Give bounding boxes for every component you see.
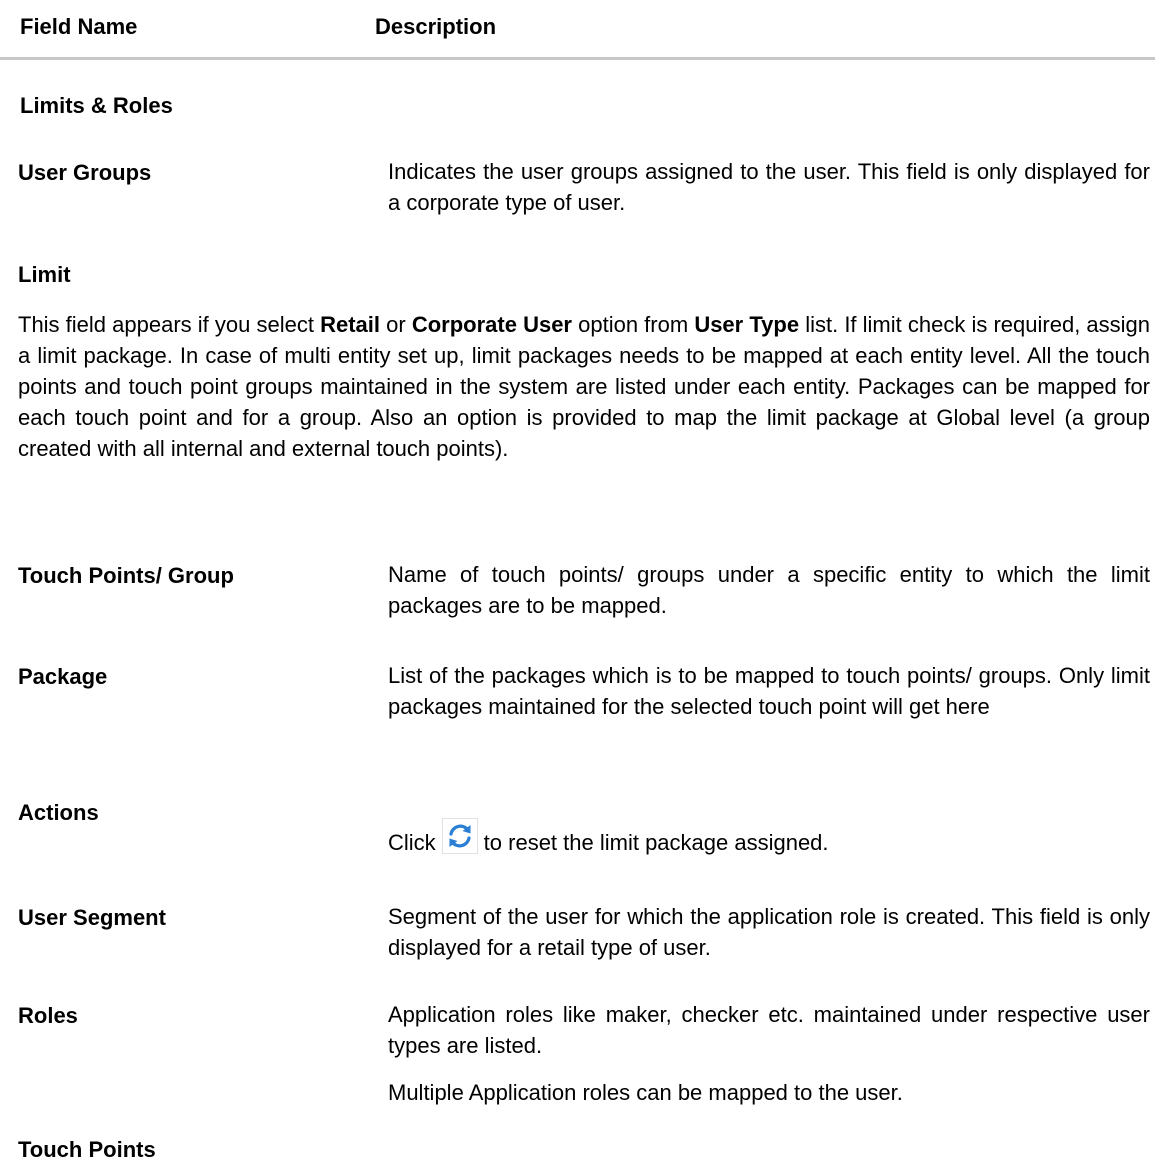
package-description: List of the packages which is to be mapp… [388,663,1150,719]
field-touch-points-group: Touch Points/ Group [18,563,234,588]
description-heading: Description [375,14,497,39]
user-groups-description: Indicates the user groups assigned to th… [388,159,1150,215]
user-type-term: User Type [694,312,800,337]
corporate-user-term: Corporate User [411,312,572,337]
field-name-heading: Field Name [20,14,138,39]
field-package: Package [18,664,108,689]
actions-description: Click to reset the limit package assigne… [388,818,829,863]
roles-description: Application roles like maker, checker et… [388,1002,1150,1058]
limit-text-2: or [380,312,412,337]
limit-paragraph: This field appears if you select Retail … [18,309,1150,464]
field-roles: Roles [18,1003,78,1028]
user-segment-description: Segment of the user for which the applic… [388,904,1150,960]
section-touch-points: Touch Points [18,1137,156,1162]
table-header: Field Name Description [0,0,1155,60]
click-text: Click [388,830,436,855]
section-limits-roles: Limits & Roles [20,93,173,118]
retail-term: Retail [320,312,381,337]
refresh-icon [441,818,478,854]
field-user-segment: User Segment [18,905,166,930]
reset-text: to reset the limit package assigned. [483,830,829,855]
limit-text-1: This field appears if you select [18,312,321,337]
touch-points-group-description: Name of touch points/ groups under a spe… [388,562,1150,618]
field-actions: Actions [18,800,99,825]
limit-text-3: option from [572,312,695,337]
roles-note: Multiple Application roles can be mapped… [388,1080,903,1105]
section-limit: Limit [18,262,71,287]
field-user-groups: User Groups [18,160,152,185]
